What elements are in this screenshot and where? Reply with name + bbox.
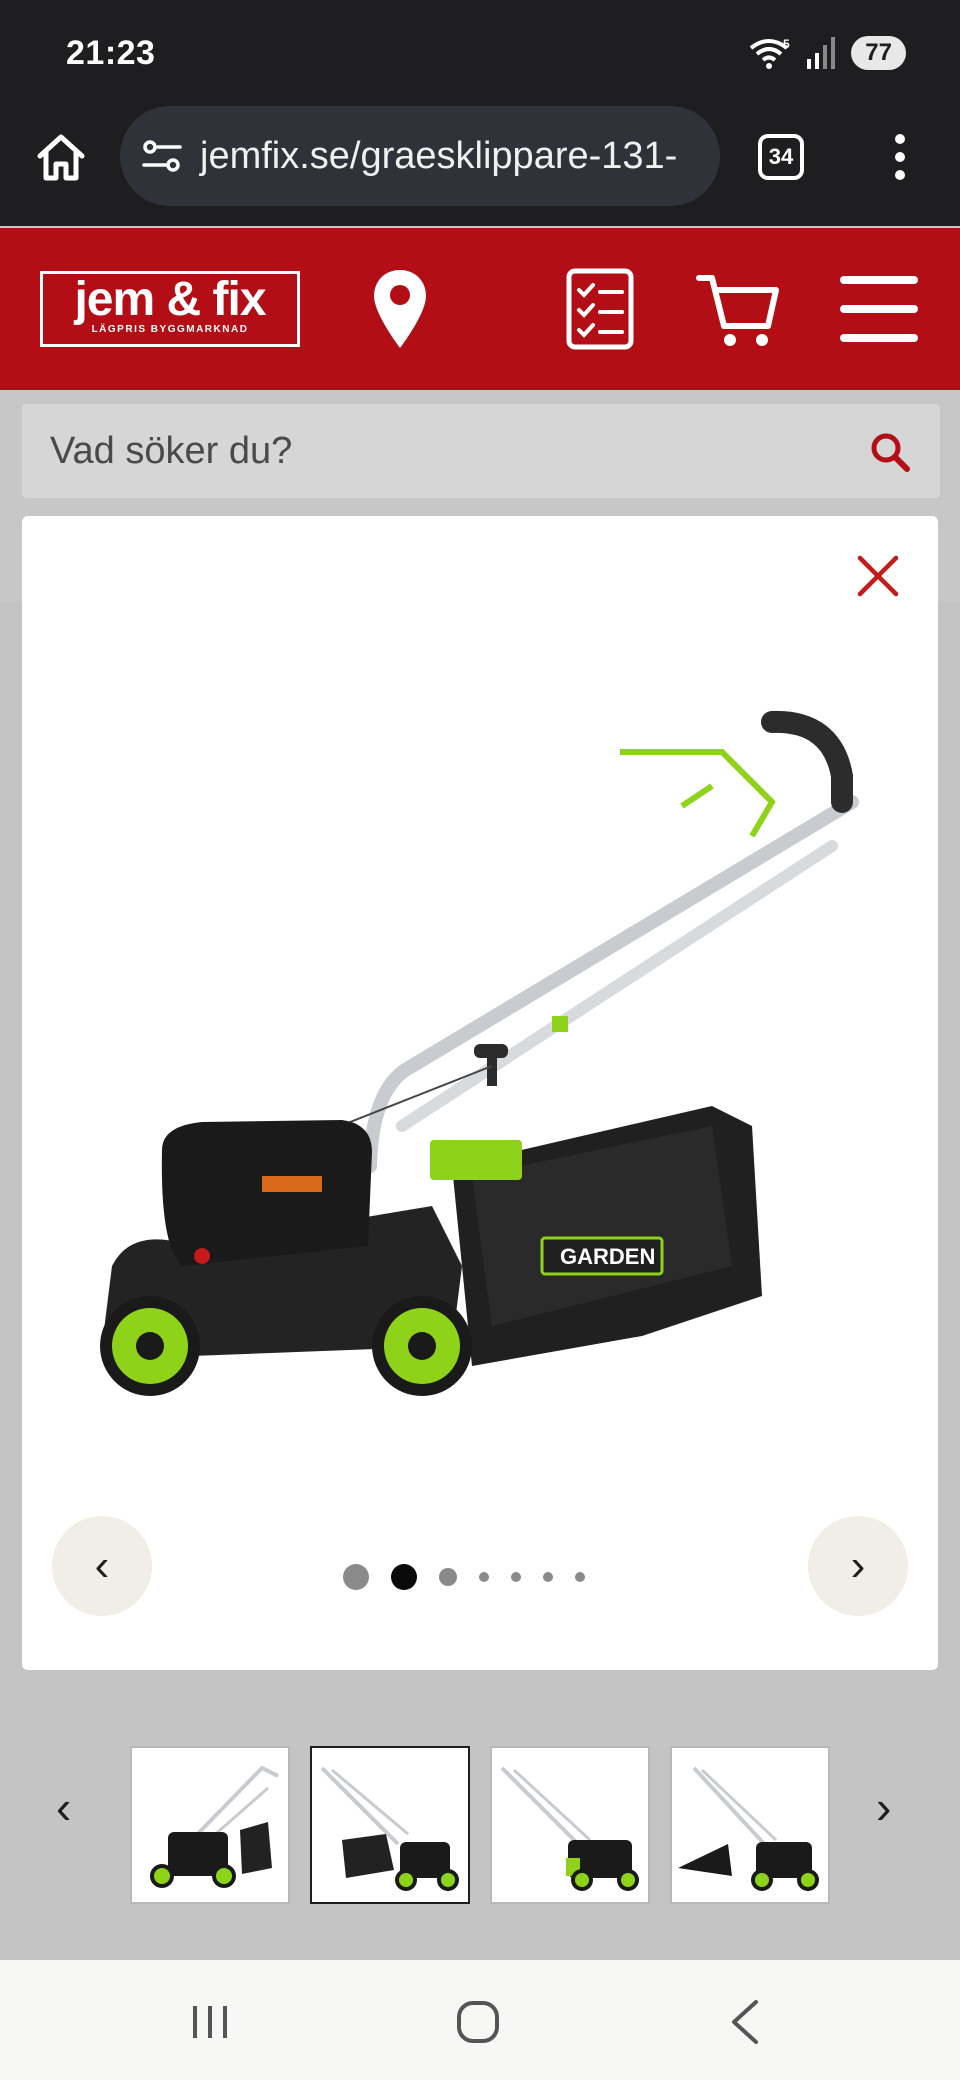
thumbnail-item[interactable] [670,1746,830,1904]
url-text: jemfix.se/graesklippare-131- [200,134,678,177]
svg-text:GARDEN: GARDEN [560,1244,655,1269]
thumbnail-image [320,1766,459,1891]
system-navigation-bar [0,1960,960,2080]
pagination-dot[interactable] [575,1572,585,1582]
battery-indicator: 77 [851,36,906,70]
home-icon[interactable] [34,130,88,184]
site-logo[interactable]: jem & fix LÄGPRIS BYGGMARKNAD [40,271,300,347]
pagination-dot[interactable] [479,1572,489,1582]
pagination-dot[interactable] [439,1568,457,1586]
thumbnail-strip: ‹ › [0,1670,960,1960]
status-bar: 21:23 5 77 [0,0,960,104]
shopping-list-icon[interactable] [566,268,634,350]
thumbnail-item[interactable] [490,1746,650,1904]
logo-wordmark: jem & fix [74,273,266,326]
thumbnail-item[interactable] [130,1746,290,1904]
site-header: jem & fix LÄGPRIS BYGGMARKNAD [0,228,960,390]
svg-text:5: 5 [783,37,790,51]
pagination-dot-active[interactable] [391,1564,417,1590]
product-image: GARDEN [100,710,859,1396]
wifi-icon: 5 [750,37,790,69]
thumbnail-prev-button[interactable]: ‹ [56,1780,71,1834]
thumbnail-image [150,1765,279,1888]
recent-apps-icon[interactable] [190,2002,230,2042]
pagination-dot[interactable] [543,1572,553,1582]
site-settings-icon[interactable] [142,138,182,174]
status-time: 21:23 [66,34,156,72]
tab-switcher-button[interactable]: 34 [758,134,804,180]
pagination-dot[interactable] [343,1564,369,1590]
image-gallery-modal: GARDEN ‹ › [22,516,938,1670]
back-icon[interactable] [730,2000,760,2044]
browser-toolbar: jemfix.se/graesklippare-131- 34 [0,104,960,226]
search-box [22,404,940,498]
close-icon[interactable] [854,552,902,600]
search-input[interactable] [50,424,830,478]
address-bar[interactable]: jemfix.se/graesklippare-131- [120,106,720,206]
gallery-prev-button[interactable]: ‹ [52,1516,152,1616]
thumbnail-image [678,1766,819,1891]
search-icon[interactable] [870,432,910,472]
home-button-icon[interactable] [456,2000,500,2044]
thumbnail-image [500,1766,639,1891]
gallery-next-button[interactable]: › [808,1516,908,1616]
gallery-pagination [332,1564,596,1590]
menu-icon[interactable] [838,274,920,344]
pagination-dot[interactable] [511,1572,521,1582]
thumbnail-item-active[interactable] [310,1746,470,1904]
store-location-icon[interactable] [372,268,428,350]
signal-icon [807,37,836,69]
more-options-icon[interactable] [880,132,920,182]
thumbnail-next-button[interactable]: › [876,1780,891,1834]
status-icons: 5 77 [749,36,906,70]
cart-icon[interactable] [696,272,780,348]
